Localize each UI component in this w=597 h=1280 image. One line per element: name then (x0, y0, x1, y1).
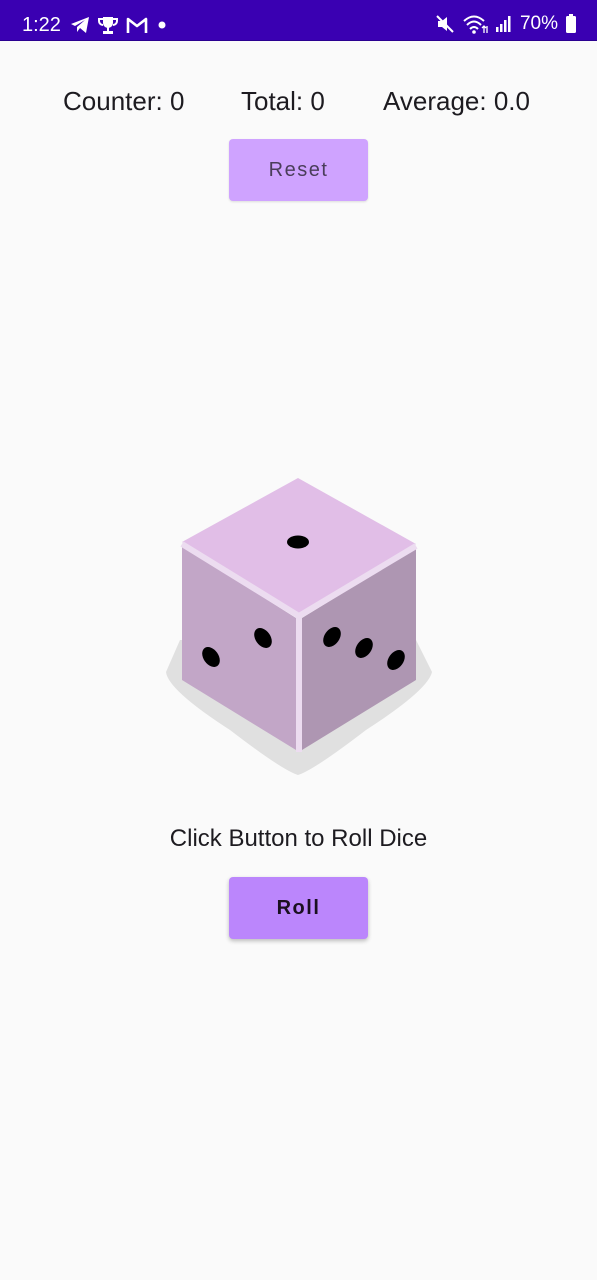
telegram-icon (71, 17, 89, 33)
reset-button[interactable]: Reset (229, 139, 368, 201)
signal-icon (495, 16, 511, 32)
total-label: Total: 0 (241, 86, 325, 116)
roll-button[interactable]: Roll (229, 877, 368, 939)
roll-instruction: Click Button to Roll Dice (169, 825, 428, 852)
battery-icon (566, 14, 576, 33)
mute-icon (436, 15, 454, 33)
status-time: 1:22 (22, 14, 61, 36)
status-bar: 1:22 70% (0, 0, 597, 41)
counter-label: Counter: 0 (63, 86, 185, 116)
stats-row: Counter: 0 Total: 0 Average: 0.0 (0, 84, 597, 118)
gmail-icon (126, 17, 148, 33)
status-right: 70% (435, 12, 577, 36)
trophy-icon (98, 17, 118, 34)
average-label: Average: 0.0 (383, 86, 530, 116)
status-left-icons (70, 14, 168, 36)
wifi-icon (463, 15, 488, 34)
notification-dot-icon (158, 21, 166, 29)
dice-icon (166, 478, 432, 775)
battery-text: 70% (519, 13, 558, 34)
